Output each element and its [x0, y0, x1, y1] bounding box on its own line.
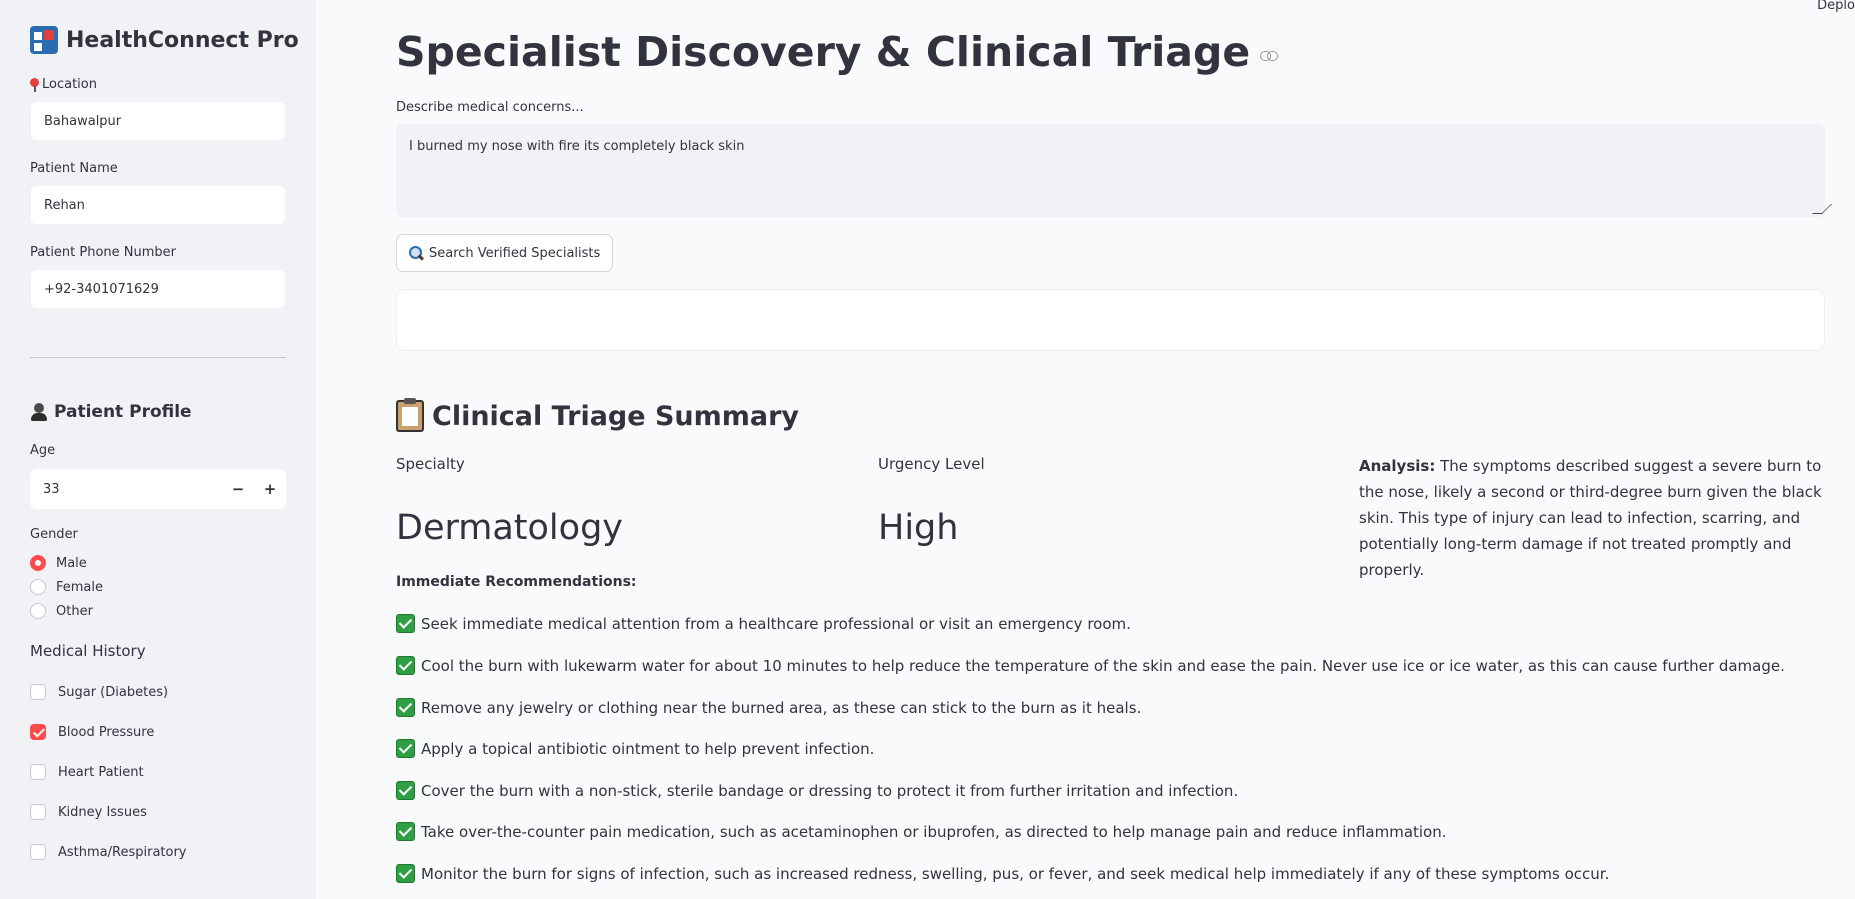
age-increment-button[interactable]: +: [254, 469, 286, 509]
history-item-heart[interactable]: Heart Patient: [30, 764, 144, 780]
phone-input[interactable]: +92-3401071629: [30, 269, 286, 309]
specialty-value: Dermatology: [396, 508, 624, 548]
recommendation-text: Monitor the burn for signs of infection,…: [421, 864, 1610, 883]
urgency-label: Urgency Level: [878, 455, 985, 473]
gender-option-label: Male: [56, 555, 87, 571]
radio-icon: [30, 603, 46, 619]
recommendation-text: Apply a topical antibiotic ointment to h…: [421, 739, 875, 758]
recommendation-item: Apply a topical antibiotic ointment to h…: [396, 739, 874, 758]
check-mark-icon: [396, 864, 415, 883]
checkbox-icon: [30, 764, 46, 780]
specialty-label: Specialty: [396, 455, 465, 473]
gender-option-label: Female: [56, 579, 104, 595]
analysis-text: Analysis: The symptoms described suggest…: [1359, 453, 1829, 583]
phone-label: Patient Phone Number: [30, 245, 177, 260]
gender-option-female[interactable]: Female: [30, 579, 103, 595]
check-mark-icon: [396, 614, 415, 633]
sidebar-divider: [30, 357, 286, 358]
medical-history-label: Medical History: [30, 642, 146, 660]
gender-label: Gender: [30, 527, 78, 542]
recommendations-title: Immediate Recommendations:: [396, 574, 637, 590]
recommendation-text: Remove any jewelry or clothing near the …: [421, 698, 1142, 717]
deploy-button[interactable]: Deplo: [1817, 0, 1855, 13]
age-decrement-button[interactable]: −: [222, 469, 254, 509]
checkbox-icon: [30, 804, 46, 820]
location-label: Location: [30, 77, 97, 92]
results-container: [396, 289, 1825, 351]
history-item-label: Asthma/Respiratory: [58, 844, 187, 860]
search-specialists-button[interactable]: Search Verified Specialists: [396, 234, 614, 272]
patient-name-label: Patient Name: [30, 161, 118, 176]
link-icon[interactable]: [1260, 51, 1279, 61]
recommendation-item: Cool the burn with lukewarm water for ab…: [396, 656, 1785, 675]
pin-icon: [30, 77, 39, 92]
check-mark-icon: [396, 698, 415, 717]
page-title-text: Specialist Discovery & Clinical Triage: [396, 28, 1251, 76]
gender-option-label: Other: [56, 603, 93, 619]
analysis-body: The symptoms described suggest a severe …: [1359, 457, 1822, 579]
triage-summary-title: Clinical Triage Summary: [432, 400, 800, 432]
resize-handle-icon[interactable]: [1812, 204, 1832, 214]
gender-option-other[interactable]: Other: [30, 603, 93, 619]
recommendation-item: Remove any jewelry or clothing near the …: [396, 698, 1141, 717]
check-mark-icon: [396, 781, 415, 800]
recommendation-text: Seek immediate medical attention from a …: [421, 614, 1131, 633]
recommendation-item: Seek immediate medical attention from a …: [396, 614, 1131, 633]
history-item-label: Blood Pressure: [58, 724, 155, 740]
history-item-diabetes[interactable]: Sugar (Diabetes): [30, 684, 168, 700]
history-item-kidney[interactable]: Kidney Issues: [30, 804, 147, 820]
check-mark-icon: [396, 739, 415, 758]
app-title: HealthConnect Pro: [66, 27, 299, 53]
triage-summary-heading: Clinical Triage Summary: [396, 398, 800, 432]
patient-name-input[interactable]: Rehan: [30, 185, 286, 225]
concern-text: I burned my nose with fire its completel…: [409, 139, 745, 154]
analysis-label: Analysis:: [1359, 457, 1436, 475]
urgency-value: High: [878, 508, 959, 548]
radio-selected-icon: [30, 555, 46, 571]
sidebar: HealthConnect Pro Location Bahawalpur Pa…: [0, 0, 316, 899]
patient-profile-heading: Patient Profile: [30, 402, 192, 422]
search-button-label: Search Verified Specialists: [429, 245, 601, 261]
checkbox-checked-icon: [30, 724, 46, 740]
radio-icon: [30, 579, 46, 595]
hospital-icon: [30, 26, 58, 54]
location-input[interactable]: Bahawalpur: [30, 101, 286, 141]
history-item-label: Kidney Issues: [58, 804, 147, 820]
age-label: Age: [30, 443, 56, 458]
patient-profile-title: Patient Profile: [54, 402, 192, 422]
check-mark-icon: [396, 656, 415, 675]
page-title: Specialist Discovery & Clinical Triage: [396, 28, 1279, 76]
checkbox-icon: [30, 684, 46, 700]
person-icon: [30, 403, 48, 421]
location-label-text: Location: [42, 77, 97, 92]
recommendation-text: Cover the burn with a non-stick, sterile…: [421, 781, 1239, 800]
history-item-label: Heart Patient: [58, 764, 144, 780]
history-item-label: Sugar (Diabetes): [58, 684, 169, 700]
gender-option-male[interactable]: Male: [30, 555, 87, 571]
recommendation-text: Cool the burn with lukewarm water for ab…: [421, 656, 1785, 675]
search-icon: [409, 246, 423, 260]
recommendation-text: Take over-the-counter pain medication, s…: [421, 822, 1447, 841]
recommendation-item: Cover the burn with a non-stick, sterile…: [396, 781, 1238, 800]
recommendation-item: Take over-the-counter pain medication, s…: [396, 822, 1447, 841]
history-item-asthma[interactable]: Asthma/Respiratory: [30, 844, 187, 860]
concern-textarea[interactable]: I burned my nose with fire its completel…: [396, 124, 1832, 217]
brand: HealthConnect Pro: [30, 26, 299, 54]
age-input[interactable]: 33: [30, 482, 222, 497]
concern-label: Describe medical concerns...: [396, 100, 584, 115]
history-item-blood-pressure[interactable]: Blood Pressure: [30, 724, 154, 740]
age-stepper: 33 − +: [30, 469, 286, 509]
recommendation-item: Monitor the burn for signs of infection,…: [396, 864, 1609, 883]
clipboard-icon: [396, 398, 424, 432]
checkbox-icon: [30, 844, 46, 860]
check-mark-icon: [396, 822, 415, 841]
